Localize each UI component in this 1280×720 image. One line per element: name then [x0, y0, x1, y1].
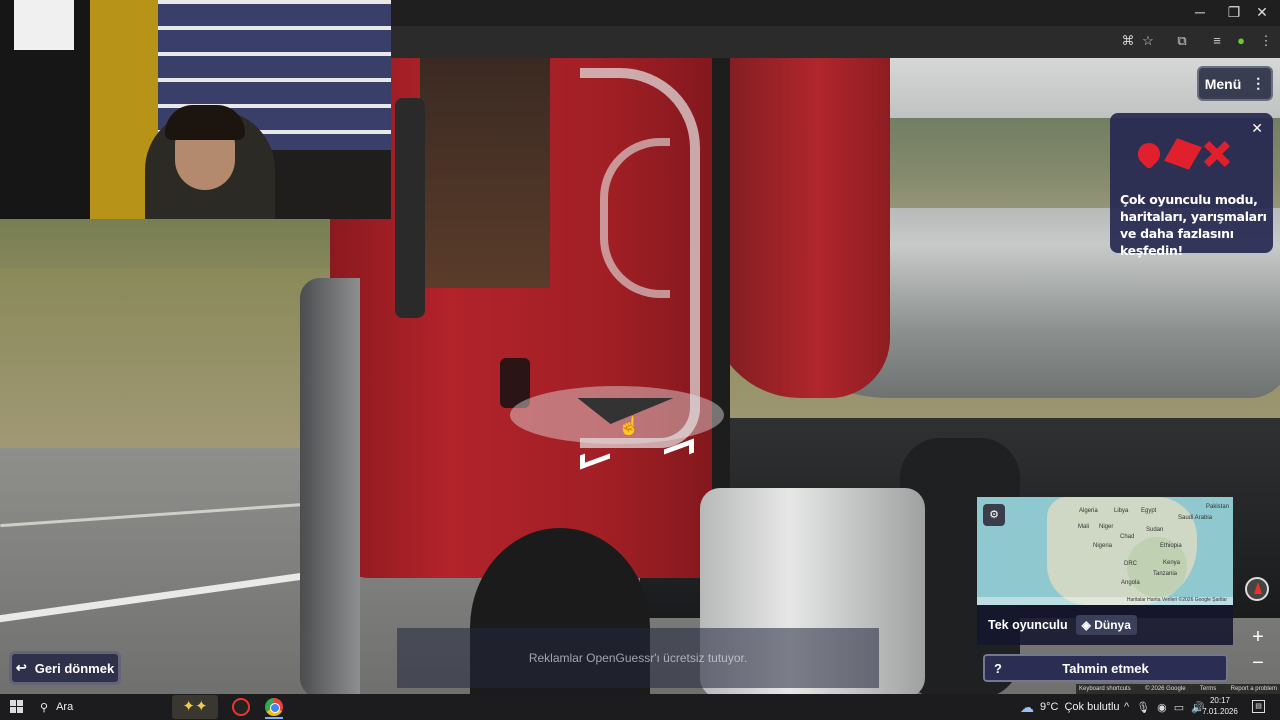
menu-label: Menü — [1204, 75, 1242, 92]
hand-cursor-icon: ☝ — [618, 416, 641, 436]
back-button-label: Geri dönmek — [34, 660, 115, 676]
date: 7.01.2026 — [1202, 707, 1238, 716]
system-tray: ^ 🎙 ◉ ▭ 🔊 — [1124, 695, 1205, 719]
map-label: Angola — [1121, 580, 1140, 586]
back-button[interactable]: ↩ Geri dönmek — [9, 651, 121, 685]
star-icon[interactable]: ☆ — [1138, 33, 1158, 49]
copilot-icon[interactable]: ✦✦ — [172, 695, 218, 719]
search-icon: ⚲ — [40, 701, 49, 714]
truck-pillar — [712, 58, 730, 518]
promo-text: Çok oyunculu modu, haritaları, yarışmala… — [1120, 192, 1267, 258]
map-label: Sudan — [1146, 527, 1164, 533]
windows-start-icon[interactable] — [10, 700, 23, 713]
map-label: Ethiopia — [1160, 543, 1182, 549]
more-vertical-icon: ⋮ — [1251, 75, 1266, 91]
more-icon[interactable]: ⋮ — [1256, 33, 1276, 49]
extensions-icon[interactable]: ⧉ — [1172, 33, 1192, 49]
microphone-icon[interactable]: 🎙 — [1136, 701, 1150, 714]
webcam-icon[interactable]: ◉ — [1157, 701, 1167, 714]
guess-button[interactable]: ? Tahmin etmek — [983, 654, 1228, 682]
guess-button-label: Tahmin etmek — [1062, 660, 1149, 676]
time: 20:17 — [1209, 696, 1231, 705]
return-arrow-icon: ↩ — [15, 660, 27, 675]
map-label: Algeria — [1079, 508, 1098, 514]
truck-front — [300, 278, 360, 694]
map-badge-label: Dünya — [1094, 618, 1131, 632]
map-label: Nigeria — [1093, 543, 1113, 549]
ad-banner: Reklamlar OpenGuessr'ı ücretsiz tutuyor. — [397, 628, 879, 688]
notification-icon[interactable]: ▤ — [1252, 700, 1265, 713]
map-label: Libya — [1114, 508, 1129, 514]
windows-taskbar: ⚲ Ara ✦✦ ☁ 9°C Çok bulutlu ^ 🎙 ◉ ▭ 🔊 20:… — [0, 694, 1280, 720]
compass-icon[interactable] — [1245, 577, 1269, 601]
map-label: Niger — [1099, 524, 1114, 530]
clock[interactable]: 20:17 7.01.2026 — [1200, 695, 1240, 717]
map-label: Kenya — [1163, 560, 1181, 566]
guess-minimap[interactable]: Algeria Libya Egypt Saudi Arabia Pakista… — [977, 497, 1233, 605]
weather-desc: Çok bulutlu — [1064, 701, 1120, 713]
chevron-up-icon[interactable]: ^ — [1124, 701, 1129, 713]
report-problem-link[interactable]: Report a problem — [1231, 686, 1277, 692]
map-label: Mali — [1078, 524, 1090, 530]
cloud-icon: ☁ — [1020, 698, 1034, 715]
promo-card: ✕ Çok oyunculu modu, haritaları, yarışma… — [1110, 113, 1273, 258]
browser-titlebar: ─ ❐ ✕ — [391, 0, 1280, 26]
map-settings-icon[interactable]: ⚙ — [983, 504, 1005, 526]
close-window-button[interactable]: ✕ — [1248, 4, 1276, 21]
minimize-button[interactable]: ─ — [1186, 4, 1214, 20]
webcam-overlay — [0, 0, 391, 219]
profile-icon[interactable]: ● — [1231, 33, 1251, 48]
close-icon[interactable]: ✕ — [1251, 120, 1263, 137]
cross-icon — [1204, 141, 1230, 167]
reading-list-icon[interactable]: ≡ — [1207, 33, 1227, 48]
cube-icon — [1164, 138, 1202, 170]
map-label: Saudi Arabia — [1178, 515, 1213, 521]
promo-icons — [1133, 138, 1230, 170]
translate-icon[interactable]: ⌘ — [1118, 33, 1138, 49]
weather-temp: 9°C — [1040, 701, 1059, 713]
zoom-out-button[interactable]: − — [1247, 652, 1269, 674]
help-icon: ? — [994, 660, 1002, 676]
map-label: Chad — [1120, 534, 1135, 540]
copyright-text: © 2026 Google — [1145, 686, 1186, 692]
map-label: DRC — [1124, 561, 1137, 567]
map-badge: ◈ Dünya — [1075, 615, 1137, 635]
search-label: Ara — [56, 701, 74, 713]
zoom-in-button[interactable]: + — [1247, 626, 1269, 648]
map-label: Pakistan — [1206, 504, 1230, 510]
weather-widget[interactable]: ☁ 9°C Çok bulutlu — [1020, 695, 1120, 719]
keyboard-shortcuts-link[interactable]: Keyboard shortcuts — [1079, 686, 1131, 692]
map-attribution: Haritalar Harita Verileri ©2026 Google Ş… — [977, 597, 1233, 605]
game-info-bar: Tek oyunculu ◈ Dünya — [977, 605, 1233, 645]
map-label: Egypt — [1141, 508, 1157, 514]
obs-icon[interactable] — [232, 698, 250, 716]
map-label: Tanzania — [1153, 571, 1178, 577]
google-footer-links: Keyboard shortcuts © 2026 Google Terms R… — [1076, 684, 1280, 694]
game-mode-label: Tek oyunculu — [988, 618, 1068, 632]
terms-link[interactable]: Terms — [1200, 686, 1216, 692]
chrome-icon[interactable] — [265, 698, 283, 716]
taskbar-search[interactable]: ⚲ Ara — [34, 695, 170, 719]
restore-button[interactable]: ❐ — [1220, 4, 1248, 21]
menu-button[interactable]: Menü ⋮ — [1197, 66, 1273, 101]
network-icon[interactable]: ▭ — [1174, 701, 1184, 714]
truck-mirror — [395, 98, 425, 318]
heart-icon — [1133, 138, 1165, 170]
